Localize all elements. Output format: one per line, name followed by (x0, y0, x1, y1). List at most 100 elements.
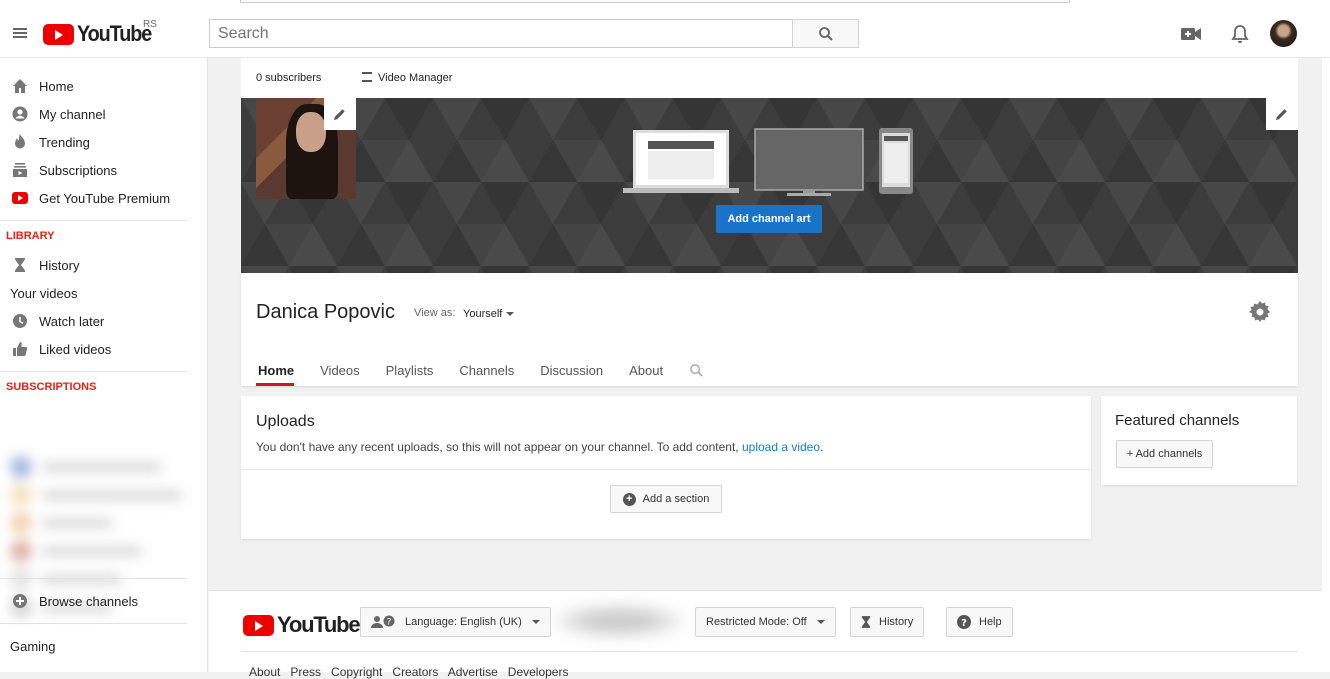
tab-playlists[interactable]: Playlists (373, 355, 447, 386)
tab-about[interactable]: About (616, 355, 676, 386)
add-section-label: Add a section (642, 493, 710, 505)
sidebar-item-watch-later[interactable]: Watch later (0, 307, 208, 335)
channel-tabs: Home Videos Playlists Channels Discussio… (241, 355, 717, 386)
uploads-section: Uploads You don't have any recent upload… (241, 396, 1091, 539)
notifications-bell-icon[interactable] (1229, 24, 1251, 44)
sidebar-item-youtube-premium[interactable]: Get YouTube Premium (0, 184, 208, 212)
upload-video-icon[interactable] (1180, 24, 1202, 44)
language-button[interactable]: ? Language: English (UK) (360, 607, 551, 637)
channel-search-icon[interactable] (676, 355, 717, 386)
uploads-message: You don't have any recent uploads, so th… (256, 440, 823, 454)
sidebar-item-label: Liked videos (39, 341, 112, 357)
add-section-button[interactable]: + Add a section (610, 485, 722, 513)
channel-banner: Add channel art (241, 98, 1298, 273)
blurred-country-button (549, 603, 689, 639)
channel-name: Danica Popovic (256, 301, 395, 323)
uploads-divider (241, 469, 1091, 470)
subscriber-count: 0 subscribers (256, 72, 322, 84)
view-as-label: View as: (414, 307, 456, 319)
account-avatar[interactable] (1270, 20, 1297, 47)
search-icon (818, 26, 833, 41)
chevron-down-icon (816, 620, 825, 624)
tab-home[interactable]: Home (241, 355, 307, 386)
tab-channels[interactable]: Channels (446, 355, 527, 386)
sidebar-divider (0, 220, 187, 221)
uploads-title: Uploads (256, 413, 315, 430)
channel-header: Danica Popovic View as: Yourself Home Vi… (241, 273, 1298, 386)
thumbs-up-icon (12, 341, 28, 357)
sidebar-item-gaming[interactable]: Gaming (0, 632, 208, 660)
sidebar-item-label: Trending (39, 134, 90, 150)
flame-icon (12, 134, 28, 150)
search-button[interactable] (792, 19, 859, 48)
search-input[interactable] (209, 19, 793, 48)
sidebar-item-label: Gaming (10, 638, 56, 654)
featured-channels-title: Featured channels (1115, 412, 1240, 429)
footer-logo-text: YouTube (277, 612, 361, 637)
account-icon (12, 106, 28, 122)
video-manager-icon (362, 72, 372, 82)
devices-illustration-icon (623, 128, 913, 196)
add-channel-art-button[interactable]: Add channel art (716, 205, 822, 233)
footer-links[interactable]: About Press Copyright Creators Advertise… (249, 665, 568, 679)
sidebar-item-home[interactable]: Home (0, 72, 208, 100)
add-circle-icon (12, 593, 28, 609)
edit-avatar-pencil-icon[interactable] (324, 98, 356, 130)
sidebar-item-label: Browse channels (39, 593, 138, 609)
tab-discussion[interactable]: Discussion (527, 355, 616, 386)
chevron-down-icon (531, 620, 540, 624)
menu-icon[interactable] (13, 28, 27, 38)
page-scrollbar[interactable] (1322, 58, 1330, 672)
sidebar-item-label: Your videos (10, 285, 78, 301)
youtube-logo[interactable]: YouTube RS (43, 19, 159, 46)
view-as-value: Yourself (463, 308, 503, 320)
sidebar-item-subscriptions[interactable]: Subscriptions (0, 156, 208, 184)
main-content: 0 subscribers Video Manager Add channel … (209, 58, 1330, 679)
edit-banner-pencil-icon[interactable] (1266, 98, 1298, 130)
hourglass-icon (12, 257, 28, 273)
featured-channels-section: Featured channels + Add channels (1101, 396, 1297, 485)
library-heading: LIBRARY (6, 230, 55, 242)
sidebar-item-label: Home (39, 78, 74, 94)
view-as-dropdown[interactable]: Yourself (463, 308, 515, 320)
subscriptions-icon (12, 162, 28, 178)
uploads-message-text: You don't have any recent uploads, so th… (256, 440, 742, 454)
browser-top-strip (0, 0, 1330, 9)
sidebar-divider (0, 578, 187, 579)
sidebar-item-history[interactable]: History (0, 251, 208, 279)
sidebar-item-label: Watch later (39, 313, 105, 329)
sidebar-item-label: History (39, 257, 80, 273)
help-button[interactable]: ? Help (946, 607, 1013, 637)
sidebar-item-trending[interactable]: Trending (0, 128, 208, 156)
sidebar-item-liked-videos[interactable]: Liked videos (0, 335, 208, 363)
help-icon: ? (957, 615, 971, 629)
sidebar-divider (0, 623, 187, 624)
footer-history-button[interactable]: History (850, 607, 925, 637)
footer-history-label: History (879, 616, 914, 628)
plus-circle-icon: + (622, 492, 636, 506)
uploads-message-end: . (820, 440, 824, 454)
restricted-mode-label: Restricted Mode: Off (706, 616, 807, 628)
channel-top-bar: 0 subscribers Video Manager (241, 58, 1298, 98)
add-channels-button[interactable]: + Add channels (1116, 440, 1213, 468)
tab-videos[interactable]: Videos (307, 355, 373, 386)
logo-text: YouTube (77, 21, 152, 46)
youtube-play-icon (43, 23, 74, 45)
upload-video-link[interactable]: upload a video (742, 440, 820, 454)
home-icon (12, 78, 28, 94)
masthead: YouTube RS (0, 9, 1330, 58)
footer-youtube-logo[interactable]: YouTube (243, 612, 361, 638)
restricted-mode-button[interactable]: Restricted Mode: Off (695, 607, 836, 637)
sidebar-divider (0, 371, 187, 372)
sidebar-item-browse-channels[interactable]: Browse channels (0, 587, 208, 615)
video-manager-link[interactable]: Video Manager (378, 72, 452, 84)
footer: YouTube ? Language: English (UK) Restric… (209, 590, 1330, 679)
gear-icon[interactable] (1249, 301, 1271, 323)
language-icon: ? (371, 615, 395, 628)
sidebar-item-label: My channel (39, 106, 106, 122)
address-bar-edge (240, 0, 1070, 3)
sidebar-item-my-channel[interactable]: My channel (0, 100, 208, 128)
youtube-play-icon (243, 614, 274, 636)
sidebar-item-your-videos[interactable]: Your videos (0, 279, 208, 307)
region-code: RS (143, 19, 157, 30)
